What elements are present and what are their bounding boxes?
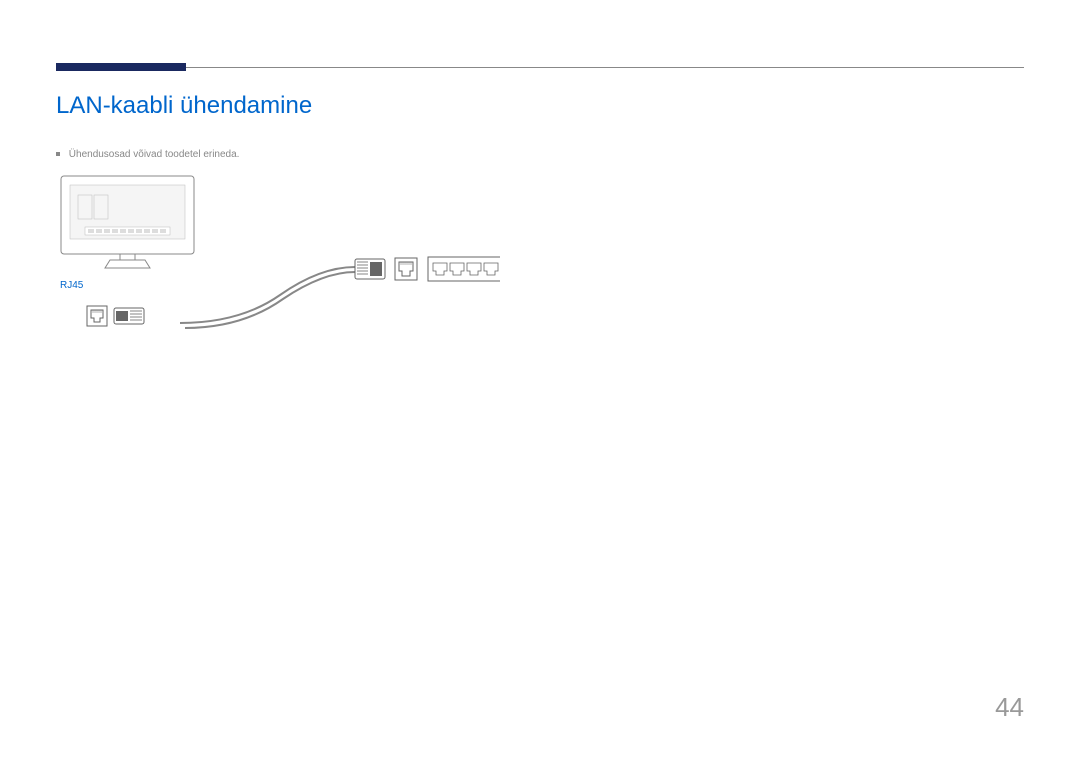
note-line: Ühendusosad võivad toodetel erineda. bbox=[56, 149, 239, 160]
monitor-rear-icon bbox=[60, 175, 195, 270]
note-text: Ühendusosad võivad toodetel erineda. bbox=[69, 149, 240, 160]
header-divider bbox=[56, 67, 1024, 68]
device-ports-icon bbox=[86, 305, 146, 327]
bullet-icon bbox=[56, 152, 60, 156]
connection-diagram: RJ45 bbox=[60, 175, 500, 345]
header-accent-bar bbox=[56, 63, 186, 71]
port-label: RJ45 bbox=[60, 280, 83, 291]
page-number: 44 bbox=[995, 692, 1024, 723]
cable-assembly-icon bbox=[180, 255, 500, 335]
section-title: LAN-kaabli ühendamine bbox=[56, 92, 312, 120]
